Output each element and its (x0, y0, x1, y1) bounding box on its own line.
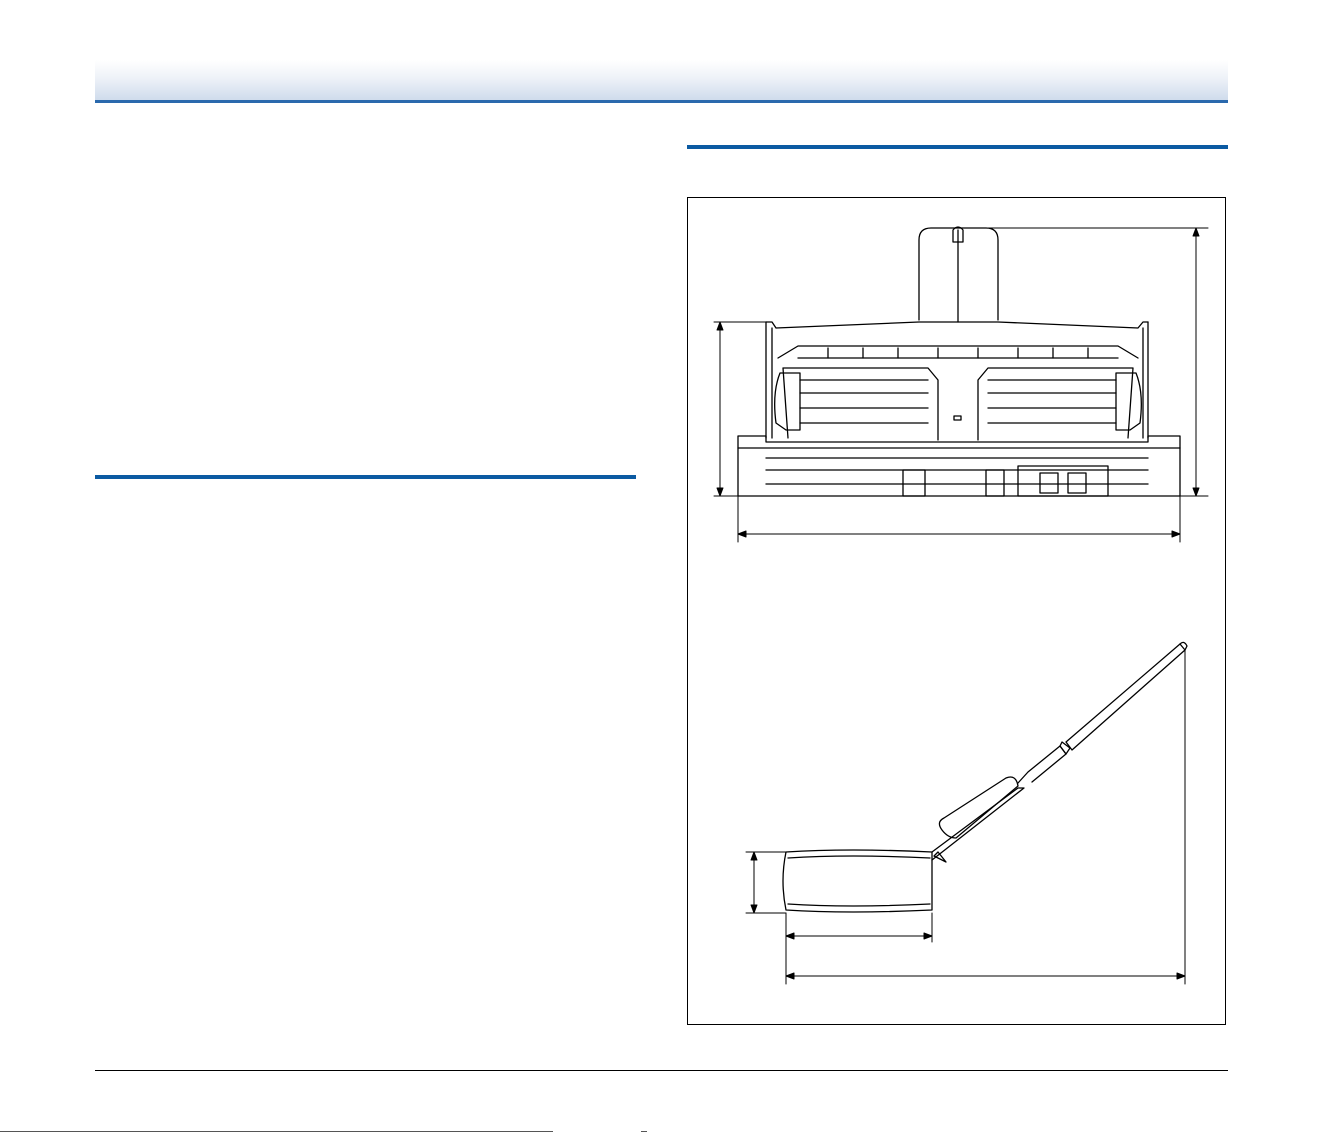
scanner-front-view-icon (713, 226, 1209, 543)
page-header-rule (95, 100, 1228, 103)
section-divider-left (95, 475, 636, 479)
footer-strip (0, 1131, 553, 1132)
section-divider-right (687, 145, 1228, 149)
dimensions-figure (687, 197, 1226, 1025)
footer-mark (641, 1131, 647, 1132)
scanner-side-view-icon (745, 641, 1188, 985)
page-footer-rule (95, 1070, 1228, 1071)
page-header-band (95, 60, 1228, 100)
